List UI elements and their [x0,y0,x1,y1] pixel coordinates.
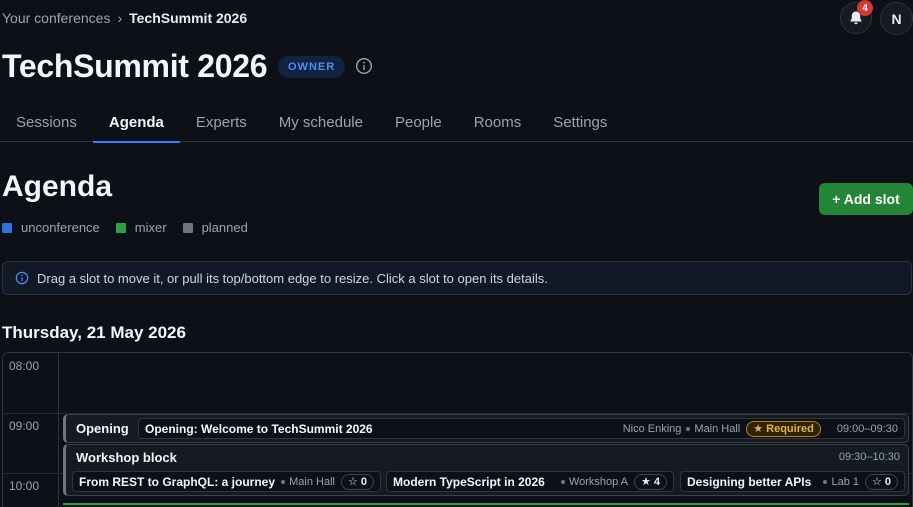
interest-badge: ☆ 0 [341,473,374,490]
session-card[interactable]: Opening: Welcome to TechSummit 2026 Nico… [138,418,905,439]
session-room: Main Hall [694,422,741,435]
session-title: Designing better APIs [687,474,812,489]
legend-item-unconference: unconference [2,220,100,235]
hour-label: 09:00 [9,419,40,433]
page-title: TechSummit 2026 [2,48,268,84]
separator-dot [281,479,286,484]
session-card[interactable]: Modern TypeScript in 2026 Workshop A ★ 4 [386,471,674,492]
interest-badge: ★ 4 [634,473,667,490]
legend-swatch-unconference [2,222,12,233]
interest-count: 4 [653,475,660,488]
agenda-calendar-grid[interactable]: 08:00 09:00 10:00 Opening Opening: Welco… [2,352,913,507]
interest-count: 0 [360,475,367,488]
session-meta: Workshop A [556,476,628,488]
breadcrumb-current: TechSummit 2026 [129,10,248,26]
legend-label: unconference [21,220,100,235]
session-meta: Lab 1 [818,476,859,488]
tab-people[interactable]: People [379,102,458,142]
slot-label: Opening [76,421,129,436]
tab-experts[interactable]: Experts [180,102,263,142]
user-avatar-button[interactable]: N [880,2,913,35]
session-card[interactable]: From REST to GraphQL: a journey Main Hal… [72,471,381,492]
breadcrumb: Your conferences › TechSummit 2026 [2,10,247,26]
session-room: Lab 1 [831,475,859,488]
session-title: Opening: Welcome to TechSummit 2026 [145,421,373,436]
session-room: Workshop A [568,475,628,488]
session-time: 09:00–09:30 [836,422,898,435]
star-icon: ★ [753,423,764,435]
agenda-slot-opening[interactable]: Opening Opening: Welcome to TechSummit 2… [63,414,909,443]
tab-rooms[interactable]: Rooms [458,102,538,142]
star-icon: ★ [641,476,651,488]
hour-label: 08:00 [9,359,40,373]
agenda-title: Agenda [2,170,113,203]
role-badge: OWNER [278,56,346,78]
interest-badge: ☆ 0 [865,473,898,490]
conference-tabs: Sessions Agenda Experts My schedule Peop… [0,102,913,143]
session-meta: Nico Enking Main Hall [623,423,741,435]
session-room: Main Hall [289,475,335,488]
required-badge-label: Required [766,422,814,435]
slot-time: 09:30–10:30 [838,451,900,463]
session-title: From REST to GraphQL: a journey [79,474,276,489]
separator-dot [686,426,691,431]
session-speaker: Nico Enking [622,422,682,435]
legend-swatch-mixer [115,222,126,233]
legend-item-planned: planned [182,220,248,235]
info-icon [15,271,29,285]
agenda-slot-workshop-block[interactable]: Workshop block 09:30–10:30 From REST to … [63,444,909,496]
breadcrumb-separator: › [117,10,123,26]
add-slot-button[interactable]: + Add slot [819,183,913,215]
tab-sessions[interactable]: Sessions [0,102,93,142]
slot-type-legend: unconference mixer planned [2,220,264,235]
agenda-slot-mixer-partial[interactable] [63,503,909,507]
tab-my-schedule[interactable]: My schedule [263,102,379,142]
session-meta: Main Hall [276,476,335,488]
star-outline-icon: ☆ [872,476,882,488]
info-icon [355,57,373,75]
tab-agenda[interactable]: Agenda [92,102,180,143]
legend-swatch-planned [182,222,193,233]
session-title: Modern TypeScript in 2026 [393,474,545,489]
hour-label: 10:00 [9,479,40,493]
notifications-button[interactable]: 4 [840,0,873,34]
info-banner: Drag a slot to move it, or pull its top/… [2,261,912,295]
separator-dot [823,479,828,484]
notification-count-badge: 4 [857,0,873,16]
slot-label: Workshop block [76,450,177,465]
legend-item-mixer: mixer [115,220,167,235]
legend-label: planned [201,220,248,235]
separator-dot [560,479,565,484]
info-banner-text: Drag a slot to move it, or pull its top/… [37,270,548,286]
interest-count: 0 [884,475,891,488]
star-outline-icon: ☆ [348,476,358,488]
breadcrumb-parent-link[interactable]: Your conferences [2,10,110,26]
tab-settings[interactable]: Settings [537,102,623,142]
legend-label: mixer [134,220,167,235]
conference-info-button[interactable] [355,57,373,75]
session-card[interactable]: Designing better APIs Lab 1 ☆ 0 [680,471,905,492]
day-title: Thursday, 21 May 2026 [2,323,186,342]
required-badge: ★ Required [746,420,821,437]
